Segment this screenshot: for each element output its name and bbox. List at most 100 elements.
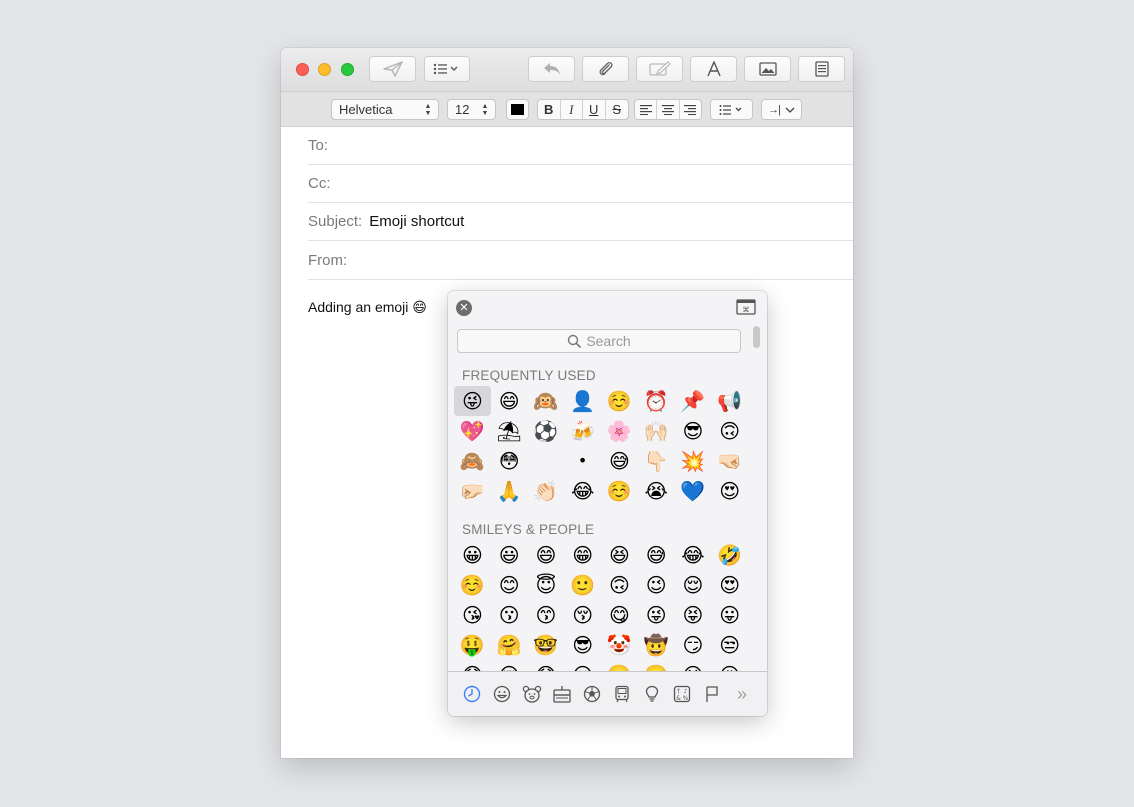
emoji-cell[interactable]: ⛱ xyxy=(491,416,528,446)
emoji-cell[interactable]: 😙 xyxy=(528,600,565,630)
emoji-cell[interactable]: 😄 xyxy=(491,386,528,416)
emoji-cell[interactable]: 😛 xyxy=(711,600,748,630)
stationery-button[interactable] xyxy=(798,56,845,82)
align-left-button[interactable] xyxy=(635,100,658,119)
emoji-cell[interactable]: 😖 xyxy=(711,660,748,671)
markup-button[interactable] xyxy=(636,56,683,82)
emoji-cell[interactable]: 🤓 xyxy=(528,630,565,660)
category-animals[interactable] xyxy=(521,683,543,705)
emoji-cell[interactable]: 😒 xyxy=(711,630,748,660)
emoji-cell[interactable]: 👤 xyxy=(564,386,601,416)
from-field[interactable]: From: xyxy=(308,241,853,280)
emoji-cell[interactable]: 😎 xyxy=(564,630,601,660)
emoji-cell[interactable]: 🙃 xyxy=(711,416,748,446)
emoji-cell[interactable]: 😭 xyxy=(638,476,675,506)
emoji-cell[interactable]: 😚 xyxy=(564,600,601,630)
emoji-cell[interactable]: 😣 xyxy=(675,660,712,671)
font-size-select[interactable]: 12 ▲ ▼ xyxy=(447,99,496,120)
text-color-well[interactable] xyxy=(506,99,529,120)
emoji-cell[interactable] xyxy=(528,446,565,476)
emoji-cell[interactable]: 😉 xyxy=(638,570,675,600)
category-objects[interactable] xyxy=(641,683,663,705)
emoji-cell[interactable]: ☺️ xyxy=(454,570,491,600)
emoji-cell[interactable]: ⚽ xyxy=(528,416,565,446)
emoji-cell[interactable]: 😏 xyxy=(675,630,712,660)
align-right-button[interactable] xyxy=(680,100,701,119)
message-body[interactable]: Adding an emoji 😄 xyxy=(308,299,427,316)
emoji-cell[interactable]: 😂 xyxy=(675,540,712,570)
font-family-select[interactable]: Helvetica ▲ ▼ xyxy=(331,99,439,120)
emoji-cell[interactable]: 💙 xyxy=(675,476,712,506)
emoji-cell[interactable]: 🍻 xyxy=(564,416,601,446)
emoji-cell[interactable]: 😀 xyxy=(454,540,491,570)
emoji-cell[interactable]: 💥 xyxy=(675,446,712,476)
emoji-cell[interactable]: ☺️ xyxy=(601,476,638,506)
emoji-cell[interactable]: 😝 xyxy=(675,600,712,630)
category-food[interactable] xyxy=(551,683,573,705)
emoji-cell[interactable]: 🙏 xyxy=(491,476,528,506)
emoji-cell[interactable]: 🤑 xyxy=(454,630,491,660)
close-window-button[interactable] xyxy=(296,63,309,76)
emoji-cell[interactable]: 😊 xyxy=(491,570,528,600)
emoji-cell[interactable]: 😍 xyxy=(711,476,748,506)
emoji-cell[interactable]: 😌 xyxy=(675,570,712,600)
emoji-cell[interactable]: 🤠 xyxy=(638,630,675,660)
indent-menu[interactable]: →| xyxy=(761,99,802,120)
attach-button[interactable] xyxy=(582,56,629,82)
close-picker-icon[interactable]: ✕ xyxy=(456,300,472,316)
character-viewer-button[interactable]: ⌘ xyxy=(736,299,756,320)
send-button[interactable] xyxy=(369,56,416,82)
emoji-cell[interactable]: 🙁 xyxy=(601,660,638,671)
emoji-cell[interactable]: 😞 xyxy=(454,660,491,671)
emoji-cell[interactable]: 🤗 xyxy=(491,630,528,660)
list-style-menu[interactable] xyxy=(710,99,753,120)
emoji-cell[interactable]: 😎 xyxy=(675,416,712,446)
emoji-cell[interactable]: 😍 xyxy=(711,570,748,600)
minimize-window-button[interactable] xyxy=(318,63,331,76)
category-flags[interactable] xyxy=(701,683,723,705)
emoji-cell[interactable]: 🙂 xyxy=(564,570,601,600)
category-travel[interactable] xyxy=(611,683,633,705)
emoji-cell[interactable]: 📢 xyxy=(711,386,748,416)
emoji-cell[interactable]: 📌 xyxy=(675,386,712,416)
bold-button[interactable]: B xyxy=(538,100,561,119)
emoji-cell[interactable]: ☹️ xyxy=(638,660,675,671)
emoji-cell[interactable]: 😁 xyxy=(564,540,601,570)
emoji-cell[interactable]: 😃 xyxy=(491,540,528,570)
emoji-cell[interactable]: 😇 xyxy=(528,570,565,600)
emoji-cell[interactable]: 🙉 xyxy=(528,386,565,416)
emoji-cell[interactable]: 🤣 xyxy=(711,540,748,570)
emoji-cell[interactable]: 🤛🏻 xyxy=(454,476,491,506)
subject-value[interactable]: Emoji shortcut xyxy=(369,213,464,230)
reply-button[interactable] xyxy=(528,56,575,82)
emoji-cell[interactable]: 🤜🏻 xyxy=(711,446,748,476)
emoji-cell[interactable]: 😜 xyxy=(638,600,675,630)
header-fields-menu-button[interactable] xyxy=(424,56,470,82)
emoji-cell[interactable]: 🙌🏻 xyxy=(638,416,675,446)
emoji-cell[interactable]: 🙃 xyxy=(601,570,638,600)
strikethrough-button[interactable]: S xyxy=(606,100,628,119)
emoji-cell[interactable]: 👏🏻 xyxy=(528,476,565,506)
category-smileys[interactable] xyxy=(491,683,513,705)
emoji-cell[interactable]: 😜 xyxy=(454,386,491,416)
emoji-cell[interactable]: 😕 xyxy=(564,660,601,671)
emoji-cell[interactable]: 😋 xyxy=(601,600,638,630)
emoji-cell[interactable]: 😳 xyxy=(491,446,528,476)
category-activity[interactable] xyxy=(581,683,603,705)
emoji-cell[interactable]: 🤡 xyxy=(601,630,638,660)
emoji-cell[interactable]: 😅 xyxy=(638,540,675,570)
emoji-cell[interactable]: 🌸 xyxy=(601,416,638,446)
subject-field[interactable]: Subject: Emoji shortcut xyxy=(308,203,853,241)
emoji-cell[interactable]: 😘 xyxy=(454,600,491,630)
emoji-cell[interactable]: 😆 xyxy=(601,540,638,570)
emoji-cell[interactable]: ☺️ xyxy=(601,386,638,416)
emoji-cell[interactable]: 💖 xyxy=(454,416,491,446)
align-center-button[interactable] xyxy=(657,100,680,119)
category-recent[interactable] xyxy=(461,683,483,705)
underline-button[interactable]: U xyxy=(583,100,606,119)
emoji-cell[interactable]: 😅 xyxy=(601,446,638,476)
category-symbols[interactable]: † ♪ &% xyxy=(671,683,693,705)
cc-field[interactable]: Cc: xyxy=(308,165,853,203)
emoji-cell[interactable]: 😔 xyxy=(491,660,528,671)
fonts-button[interactable] xyxy=(690,56,737,82)
